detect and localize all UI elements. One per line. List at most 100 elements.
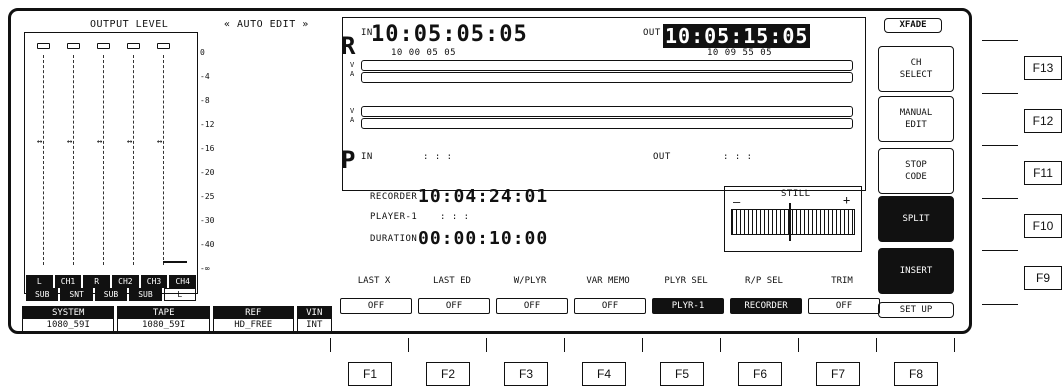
meter-reference-marker: ↔ <box>97 137 103 147</box>
jog-position <box>789 203 791 241</box>
bottom-function-key[interactable]: F6 <box>738 362 782 386</box>
meter-column <box>73 55 74 265</box>
meter-peak-led <box>67 43 80 49</box>
out-label: OUT <box>643 28 661 38</box>
system-box-value: 1080_59I <box>142 320 186 330</box>
player-label: PLAYER-1 <box>370 212 418 222</box>
system-box-head: REF <box>213 307 293 319</box>
video-label: V <box>350 61 355 69</box>
system-box-value: 1080_59I <box>46 320 90 330</box>
meter-column <box>103 55 104 265</box>
still-label: STILL <box>781 189 811 199</box>
bottom-divider <box>642 338 643 352</box>
bottom-function-key[interactable]: F5 <box>660 362 704 386</box>
right-button[interactable]: SET UP <box>878 302 954 318</box>
meter-scale-label: -16 <box>200 144 215 153</box>
channel-sub-label[interactable]: SUB <box>129 288 162 301</box>
meter-scale-label: -25 <box>200 192 215 201</box>
player-audio-label: A <box>350 116 355 124</box>
meter-scale-label: 0 <box>200 48 205 57</box>
right-button[interactable]: CH SELECT <box>878 46 954 92</box>
channel-sub-label[interactable]: L <box>163 288 197 301</box>
bottom-divider <box>330 338 331 352</box>
function-button[interactable]: OFF <box>496 298 568 314</box>
meter-level-bar <box>163 261 187 263</box>
output-level-title: OUTPUT LEVEL <box>90 19 169 30</box>
meter-reference-marker: ↔ <box>37 137 43 147</box>
side-keys: F13 F12 F11 F10 F9 <box>982 40 1064 305</box>
meter-peak-led <box>127 43 140 49</box>
player-letter: P <box>341 146 356 174</box>
side-divider <box>982 250 1018 251</box>
meter-scale-label: -20 <box>200 168 215 177</box>
function-row: LAST X OFF LAST ED OFF W/PLYR OFF VAR MEMO OFF P… <box>336 276 880 328</box>
bottom-divider <box>486 338 487 352</box>
meter-scale-label: -40 <box>200 240 215 249</box>
meter-peak-led <box>97 43 110 49</box>
channel-label[interactable]: CH3 <box>140 275 168 288</box>
side-function-key[interactable]: F9 <box>1024 266 1062 290</box>
duration-label: DURATION <box>370 234 418 244</box>
function-head: VAR MEMO <box>586 276 630 286</box>
channel-labels: L CH1 R CH2 CH3 CH4 <box>26 275 197 288</box>
meter-column <box>163 55 164 265</box>
channel-sub-label[interactable]: SNT <box>60 288 93 301</box>
bottom-function-key[interactable]: F8 <box>894 362 938 386</box>
right-button[interactable]: STOP CODE <box>878 148 954 194</box>
jog-minus: – <box>733 195 741 209</box>
bottom-divider <box>954 338 955 352</box>
channel-label[interactable]: R <box>83 275 111 288</box>
bottom-function-key[interactable]: F1 <box>348 362 392 386</box>
side-function-key[interactable]: F10 <box>1024 213 1062 238</box>
meter-reference-marker: ↔ <box>67 137 73 147</box>
side-divider <box>982 93 1018 94</box>
jog-scale <box>731 209 855 235</box>
recorder-out-subtime: 10 09 55 05 <box>707 48 773 58</box>
bottom-divider <box>876 338 877 352</box>
meter-scale-label: -∞ <box>200 264 210 273</box>
side-divider <box>982 304 1018 305</box>
system-box: TAPE 1080_59I <box>117 306 210 332</box>
function-head: PLYR SEL <box>664 276 708 286</box>
function-button[interactable]: OFF <box>574 298 646 314</box>
right-button[interactable]: SPLIT <box>878 196 954 242</box>
bottom-divider <box>720 338 721 352</box>
meter-reference-marker: ↔ <box>127 137 133 147</box>
channel-label[interactable]: L <box>26 275 53 288</box>
jog-plus: + <box>843 193 851 207</box>
bottom-function-key[interactable]: F3 <box>504 362 548 386</box>
player-in-time: : : : <box>423 152 453 162</box>
channel-sub-label[interactable]: SUB <box>26 288 59 301</box>
bottom-function-key[interactable]: F2 <box>426 362 470 386</box>
still-jog-box[interactable]: STILL – + <box>724 186 862 252</box>
function-button[interactable]: OFF <box>808 298 880 314</box>
meter-peak-led <box>37 43 50 49</box>
meter-scale-label: -4 <box>200 72 210 81</box>
side-divider <box>982 40 1018 41</box>
bottom-function-key[interactable]: F7 <box>816 362 860 386</box>
meter-column <box>133 55 134 265</box>
player-out-time: : : : <box>723 152 753 162</box>
right-button[interactable]: INSERT <box>878 248 954 294</box>
meter-scale-label: -12 <box>200 120 215 129</box>
side-divider <box>982 145 1018 146</box>
right-button[interactable]: MANUAL EDIT <box>878 96 954 142</box>
channel-label[interactable]: CH4 <box>169 275 197 288</box>
recorder-out-time: 10:05:15:05 <box>663 24 811 48</box>
channel-label[interactable]: CH1 <box>54 275 82 288</box>
channel-label[interactable]: CH2 <box>112 275 139 288</box>
function-head: TRIM <box>831 276 853 286</box>
function-button[interactable]: PLYR-1 <box>652 298 724 314</box>
audio-label: A <box>350 70 355 78</box>
function-button[interactable]: OFF <box>418 298 490 314</box>
bottom-function-key[interactable]: F4 <box>582 362 626 386</box>
side-function-key[interactable]: F11 <box>1024 161 1062 185</box>
system-box: VIN INT <box>296 306 332 332</box>
channel-sub-label[interactable]: SUB <box>94 288 128 301</box>
system-box-value: INT <box>306 320 323 330</box>
xfade-button[interactable]: XFADE <box>884 18 942 33</box>
side-function-key[interactable]: F13 <box>1024 56 1062 80</box>
function-button[interactable]: OFF <box>340 298 412 314</box>
function-button[interactable]: RECORDER <box>730 298 802 314</box>
side-function-key[interactable]: F12 <box>1024 108 1062 133</box>
